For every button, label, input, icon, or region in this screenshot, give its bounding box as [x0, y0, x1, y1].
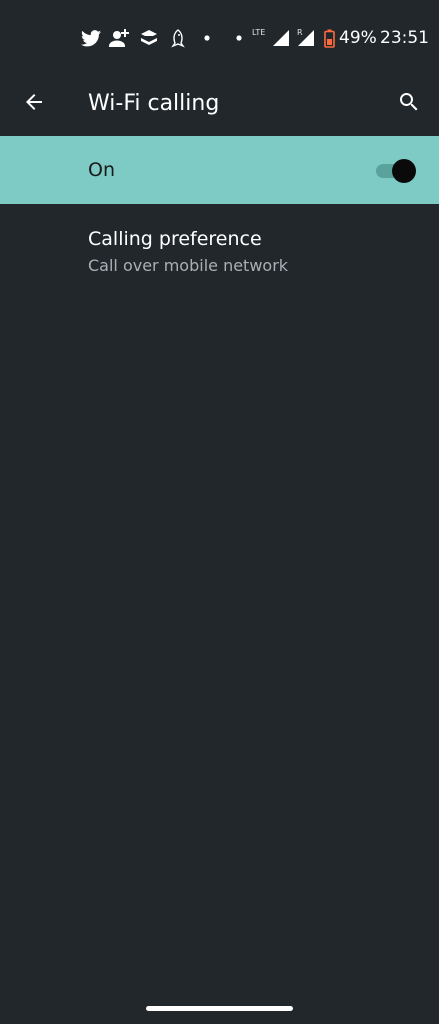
network-type-label: LTE [252, 28, 266, 37]
master-switch-row[interactable]: On [0, 136, 439, 204]
search-icon [397, 90, 421, 118]
signal-roaming-icon [297, 28, 315, 48]
battery-percent: 49% [339, 28, 377, 48]
clock: 23:51 [380, 28, 429, 48]
gesture-nav-handle[interactable] [146, 1006, 293, 1011]
toggle-thumb [392, 159, 416, 183]
preference-title: Calling preference [88, 228, 262, 250]
dot-icon [234, 28, 244, 48]
status-bar: LTE R 49% 23:51 [0, 0, 439, 72]
person-add-icon [109, 28, 131, 48]
master-switch-label: On [88, 159, 115, 181]
bird-icon [168, 28, 188, 48]
battery-icon [323, 28, 335, 48]
twitter-icon [80, 28, 102, 48]
page-title: Wi-Fi calling [88, 91, 220, 116]
app-bar: Wi-Fi calling [0, 72, 439, 136]
app-logo-icon [139, 28, 159, 48]
search-button[interactable] [389, 84, 429, 124]
calling-preference-item[interactable]: Calling preference Call over mobile netw… [0, 216, 439, 288]
preference-summary: Call over mobile network [88, 256, 289, 275]
wifi-calling-screen: LTE R 49% 23:51 Wi-Fi calling On Calling… [0, 0, 439, 1024]
back-button[interactable] [14, 84, 54, 124]
dot-icon [202, 28, 212, 48]
arrow-back-icon [22, 90, 46, 118]
wifi-calling-toggle[interactable] [376, 159, 416, 183]
signal-icon [272, 28, 290, 48]
